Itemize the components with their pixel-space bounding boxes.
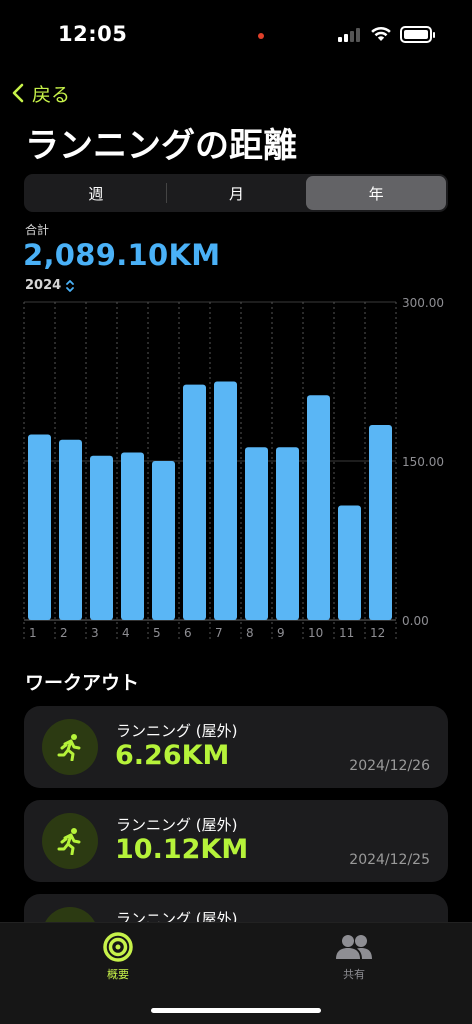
workout-card[interactable]: ランニング (屋外) 10.12KM 2024/12/25: [24, 800, 448, 882]
chart-bar: [183, 384, 206, 620]
x-tick-label: 11: [339, 626, 354, 640]
battery-icon: [400, 26, 435, 43]
workout-distance: 10.12KM: [115, 834, 249, 865]
x-tick-label: 6: [184, 626, 192, 640]
workout-date: 2024/12/26: [349, 758, 430, 774]
total-label: 合計: [25, 223, 50, 237]
tab-sharing-label: 共有: [343, 968, 365, 981]
workout-name: ランニング (屋外): [116, 816, 238, 834]
page-title: ランニングの距離: [25, 126, 297, 166]
chart-bar: [276, 447, 299, 620]
wifi-icon: [371, 26, 391, 41]
monthly-distance-chart: 300.00150.000.001 2 3 4 5 6 7 8 9 10 11 12: [23, 296, 444, 642]
x-tick-label: 8: [246, 626, 254, 640]
tab-summary-label: 概要: [107, 968, 129, 981]
segment-week[interactable]: 週: [26, 176, 166, 210]
x-tick-label: 10: [308, 626, 323, 640]
segment-month[interactable]: 月: [167, 176, 307, 210]
workout-card[interactable]: ランニング (屋外) 6.26KM 2024/12/26: [24, 706, 448, 788]
y-tick-label: 0.00: [402, 614, 429, 628]
segment-year[interactable]: 年: [306, 176, 447, 210]
chart-bar: [369, 424, 392, 620]
chart-bar: [307, 395, 330, 620]
activity-rings-icon: [103, 932, 133, 962]
y-tick-label: 300.00: [402, 296, 444, 310]
chart-bar: [59, 439, 82, 620]
tab-summary[interactable]: 概要: [78, 931, 158, 982]
people-icon: [336, 935, 372, 959]
chart-bar: [152, 461, 175, 620]
total-value: 2,089.10KM: [23, 238, 221, 272]
x-tick-label: 2: [60, 626, 68, 640]
running-icon: [42, 719, 98, 775]
back-label: 戻る: [32, 83, 71, 106]
workouts-section-title: ワークアウト: [25, 672, 140, 694]
x-tick-label: 7: [215, 626, 223, 640]
chart-bar: [214, 381, 237, 620]
x-tick-label: 3: [91, 626, 99, 640]
workout-name: ランニング (屋外): [116, 722, 238, 740]
home-indicator: [151, 1008, 321, 1013]
y-tick-label: 150.00: [402, 455, 444, 469]
chart-bar: [28, 434, 51, 620]
period-segmented-control: 週 月 年: [24, 174, 448, 212]
chart-bar: [90, 455, 113, 620]
tab-sharing[interactable]: 共有: [314, 931, 394, 982]
running-icon: [42, 813, 98, 869]
status-time: 12:05: [58, 22, 128, 46]
segment-year-label: 年: [368, 184, 384, 203]
x-tick-label: 5: [153, 626, 161, 640]
recording-indicator: [258, 33, 264, 39]
chevron-left-icon: [12, 83, 24, 103]
x-tick-label: 9: [277, 626, 285, 640]
x-tick-label: 1: [29, 626, 37, 640]
chart-bar: [338, 505, 361, 620]
workout-date: 2024/12/25: [349, 852, 430, 868]
chart-bar: [121, 452, 144, 620]
segment-month-label: 月: [229, 184, 245, 203]
workout-distance: 6.26KM: [115, 740, 230, 771]
back-button[interactable]: 戻る: [12, 78, 70, 108]
segment-week-label: 週: [88, 184, 104, 203]
chart-bar: [245, 447, 268, 620]
x-tick-label: 4: [122, 626, 130, 640]
x-tick-label: 12: [370, 626, 385, 640]
status-bar: 12:05: [0, 0, 472, 70]
cellular-signal-icon: [338, 28, 360, 42]
